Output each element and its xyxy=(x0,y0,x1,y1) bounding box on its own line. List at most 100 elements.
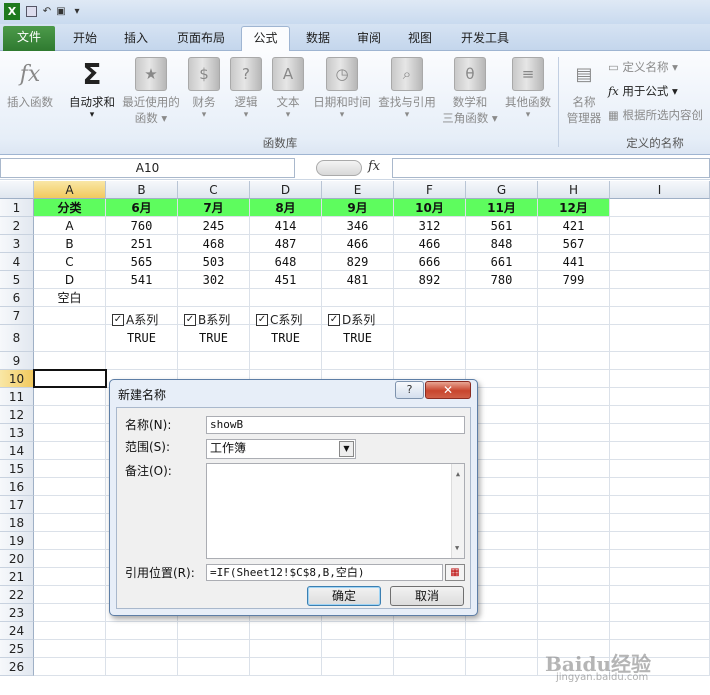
ok-button[interactable]: 确定 xyxy=(307,586,381,606)
cell[interactable] xyxy=(466,307,538,325)
column-header-e[interactable]: E xyxy=(322,181,394,199)
cell-a6[interactable]: 空白 xyxy=(34,289,106,307)
tab-review[interactable]: 审阅 xyxy=(346,27,392,51)
column-header-g[interactable]: G xyxy=(466,181,538,199)
cell[interactable] xyxy=(394,352,466,370)
data-cell[interactable]: 481 xyxy=(322,271,394,289)
row-header-7[interactable]: 7 xyxy=(0,307,34,325)
row-header-22[interactable]: 22 xyxy=(0,586,34,604)
cell[interactable] xyxy=(250,640,322,658)
tab-data[interactable]: 数据 xyxy=(296,27,340,51)
scroll-up-icon[interactable]: ▲ xyxy=(452,466,464,482)
cell[interactable] xyxy=(538,460,610,478)
cell[interactable] xyxy=(610,199,710,217)
cell[interactable] xyxy=(538,532,610,550)
data-cell[interactable]: 661 xyxy=(466,253,538,271)
data-cell[interactable]: B xyxy=(34,235,106,253)
link-value-cell[interactable]: TRUE xyxy=(322,325,394,352)
data-cell[interactable]: 780 xyxy=(466,271,538,289)
math-button[interactable]: θ 数学和 三角函数 ▾ xyxy=(440,55,500,126)
cell[interactable] xyxy=(610,496,710,514)
range-picker-icon[interactable]: ▦ xyxy=(445,564,465,581)
active-cell-a10[interactable] xyxy=(33,369,107,388)
help-button[interactable]: ? xyxy=(395,381,424,399)
data-cell[interactable]: 648 xyxy=(250,253,322,271)
data-cell[interactable]: 466 xyxy=(322,235,394,253)
row-header-11[interactable]: 11 xyxy=(0,388,34,406)
data-cell[interactable]: 892 xyxy=(394,271,466,289)
row-header-24[interactable]: 24 xyxy=(0,622,34,640)
cell[interactable] xyxy=(466,658,538,676)
cell[interactable] xyxy=(322,658,394,676)
data-cell[interactable]: 414 xyxy=(250,217,322,235)
data-cell[interactable]: 561 xyxy=(466,217,538,235)
row-header-21[interactable]: 21 xyxy=(0,568,34,586)
cell[interactable] xyxy=(106,640,178,658)
cell[interactable] xyxy=(34,442,106,460)
data-cell[interactable]: 760 xyxy=(106,217,178,235)
row-header-9[interactable]: 9 xyxy=(0,352,34,370)
cell[interactable] xyxy=(394,658,466,676)
row-header-16[interactable]: 16 xyxy=(0,478,34,496)
excel-icon[interactable]: X xyxy=(4,3,20,20)
data-cell[interactable]: 312 xyxy=(394,217,466,235)
cell[interactable] xyxy=(34,622,106,640)
cell[interactable] xyxy=(34,550,106,568)
customize-qat-dropdown[interactable]: ▾ xyxy=(72,3,82,20)
cell[interactable] xyxy=(610,478,710,496)
cell[interactable] xyxy=(538,289,610,307)
row-header-1[interactable]: 1 xyxy=(0,199,34,217)
cell[interactable] xyxy=(466,325,538,352)
data-cell[interactable]: 251 xyxy=(106,235,178,253)
header-cell[interactable]: 12月 xyxy=(538,199,610,217)
data-cell[interactable]: 466 xyxy=(394,235,466,253)
cell[interactable] xyxy=(610,550,710,568)
scope-select[interactable]: 工作簿 ▼ xyxy=(206,439,356,459)
scroll-down-icon[interactable]: ▼ xyxy=(455,540,459,556)
name-manager-button[interactable]: ▤ 名称 管理器 xyxy=(562,55,606,126)
data-cell[interactable]: 666 xyxy=(394,253,466,271)
cell[interactable] xyxy=(610,586,710,604)
cell[interactable] xyxy=(610,217,710,235)
row-header-8[interactable]: 8 xyxy=(0,325,34,352)
cell[interactable] xyxy=(250,352,322,370)
row-header-4[interactable]: 4 xyxy=(0,253,34,271)
cell[interactable] xyxy=(466,289,538,307)
cell[interactable] xyxy=(610,271,710,289)
cell[interactable] xyxy=(610,253,710,271)
data-cell[interactable]: 799 xyxy=(538,271,610,289)
cell[interactable] xyxy=(394,622,466,640)
cell[interactable] xyxy=(610,424,710,442)
cell[interactable] xyxy=(538,442,610,460)
header-cell[interactable]: 11月 xyxy=(466,199,538,217)
cell[interactable] xyxy=(538,586,610,604)
column-header-c[interactable]: C xyxy=(178,181,250,199)
header-cell[interactable]: 6月 xyxy=(106,199,178,217)
row-header-26[interactable]: 26 xyxy=(0,658,34,676)
text-button[interactable]: A 文本 ▾ xyxy=(270,55,306,120)
chevron-down-icon[interactable]: ▼ xyxy=(339,441,354,457)
row-header-23[interactable]: 23 xyxy=(0,604,34,622)
cell[interactable] xyxy=(610,442,710,460)
logical-button[interactable]: ? 逻辑 ▾ xyxy=(228,55,264,120)
row-header-15[interactable]: 15 xyxy=(0,460,34,478)
use-in-formula-button[interactable]: fx 用于公式 ▾ xyxy=(608,83,710,99)
cell[interactable] xyxy=(610,406,710,424)
header-cell[interactable]: 7月 xyxy=(178,199,250,217)
row-header-17[interactable]: 17 xyxy=(0,496,34,514)
cell[interactable] xyxy=(538,496,610,514)
cell[interactable] xyxy=(610,388,710,406)
cell[interactable] xyxy=(394,289,466,307)
lookup-button[interactable]: ⌕ 查找与引用 ▾ xyxy=(376,55,438,120)
cell[interactable] xyxy=(250,289,322,307)
cell[interactable] xyxy=(34,532,106,550)
data-cell[interactable]: 565 xyxy=(106,253,178,271)
cell[interactable] xyxy=(538,370,610,388)
comment-scrollbar[interactable]: ▲ ▼ xyxy=(451,464,464,558)
checkbox-check-icon[interactable]: ✓ xyxy=(112,313,124,326)
name-box[interactable]: A10 xyxy=(0,158,295,178)
header-cell[interactable]: 分类 xyxy=(34,199,106,217)
data-cell[interactable]: 468 xyxy=(178,235,250,253)
cell[interactable] xyxy=(538,325,610,352)
cell[interactable] xyxy=(466,622,538,640)
